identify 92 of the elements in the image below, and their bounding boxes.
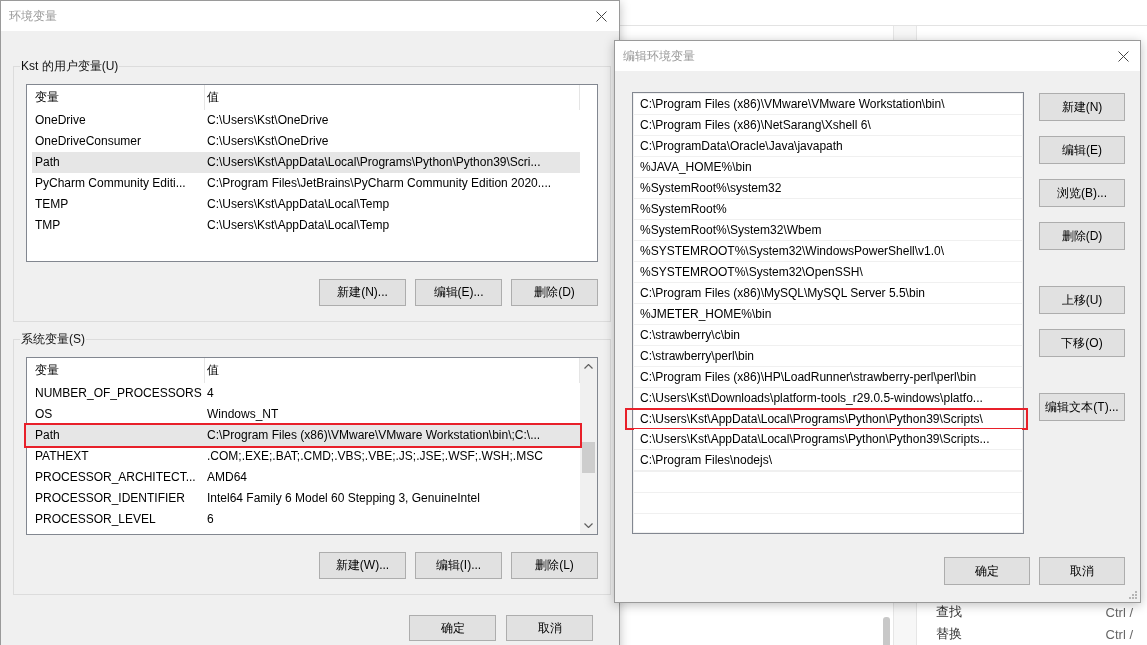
table-cell-text: Intel64 Family 6 Model 60 Stepping 3, GenuineIntel [206,490,481,507]
scrollbar-thumb[interactable] [883,617,890,645]
column-header[interactable]: 变量 [27,358,205,383]
table-cell-text: C:\Users\Kst\OneDrive [206,133,330,150]
dialog-button[interactable]: 上移(U) [1039,286,1125,314]
table-row[interactable]: PATHEXT .COM;.EXE;.BAT;.CMD;.VBS;.VBE;.JS;.JSE;.WSF;.WSH;.MSC [32,446,580,467]
list-item[interactable]: %SystemRoot%\System32\Wbem [634,220,1022,240]
table-cell-text: C:\Users\Kst\AppData\Local\Programs\Python\Python39\Scri... [206,154,542,171]
list-item[interactable]: C:\Program Files (x86)\HP\LoadRunner\strawberry-perl\perl\bin [634,367,1022,387]
table-cell-text: C:\Users\Kst\AppData\Local\Temp [206,196,391,213]
dialog-button[interactable]: 删除(D) [511,279,598,306]
dialog-button[interactable]: 删除(L) [511,552,598,579]
list-item[interactable]: C:\strawberry\c\bin [634,325,1022,345]
dialog-button[interactable]: 确定 [409,615,496,641]
dialog-button[interactable]: 浏览(B)... [1039,179,1125,207]
menu-item[interactable]: 替换 [936,625,962,643]
table-cell-text: .COM;.EXE;.BAT;.CMD;.VBS;.VBE;.JS;.JSE;.WSF;.WSH;.MSC [206,448,544,465]
dialog-button[interactable]: 取消 [506,615,593,641]
dialog-button[interactable]: 编辑(I)... [415,552,502,579]
chevron-down-icon[interactable] [584,523,593,528]
table-cell-text: PyCharm Community Editi... [34,175,187,192]
list-item[interactable]: C:\Program Files (x86)\MySQL\MySQL Server 5.5\bin [634,283,1022,303]
column-header[interactable]: 变量 [27,85,205,110]
table-row[interactable]: TMP C:\Users\Kst\AppData\Local\Temp [32,215,580,236]
table-cell-text: 4 [206,385,215,402]
list-item[interactable]: %JAVA_HOME%\bin [634,157,1022,177]
list-item[interactable]: %SYSTEMROOT%\System32\OpenSSH\ [634,262,1022,282]
table-row[interactable]: PROCESSOR_IDENTIFIER Intel64 Family 6 Model 60 Stepping 3, GenuineIntel [32,488,580,509]
table-cell-text: OS [34,406,54,423]
close-icon[interactable] [596,10,607,22]
list-item[interactable]: C:\Users\Kst\Downloads\platform-tools_r29.0.5-windows\platfo... [634,388,1022,408]
window-title: 编辑环境变量 [623,47,695,65]
table-cell-text: NUMBER_OF_PROCESSORS [34,385,203,402]
group-title: 系统变量(S) [20,331,86,348]
scrollbar-thumb[interactable] [582,442,595,473]
table-cell-text: PROCESSOR_LEVEL [34,511,157,528]
close-icon[interactable] [1118,50,1129,62]
list-item[interactable]: %SystemRoot%\system32 [634,178,1022,198]
table-cell-text: PROCESSOR_IDENTIFIER [34,490,187,507]
list-item[interactable]: C:\Program Files (x86)\NetSarang\Xshell 6\ [634,115,1022,135]
list-item[interactable]: %SystemRoot% [634,199,1022,219]
list-item[interactable]: C:\ProgramData\Oracle\Java\javapath [634,136,1022,156]
menu-item[interactable]: 查找 [936,603,962,621]
shortcut-label: Ctrl / [1105,626,1133,642]
window-title: 环境变量 [9,7,57,25]
dialog-button[interactable]: 编辑(E)... [415,279,502,306]
table-row[interactable]: OneDriveConsumer C:\Users\Kst\OneDrive [32,131,580,152]
dialog-button[interactable]: 编辑(E) [1039,136,1125,164]
table-row[interactable]: PROCESSOR_ARCHITECT... AMD64 [32,467,580,488]
resize-grip-icon[interactable] [1129,591,1137,599]
dialog-button[interactable]: 新建(N) [1039,93,1125,121]
table-row[interactable]: PROCESSOR_LEVEL 6 [32,509,580,530]
group-title: Kst 的用户变量(U) [20,58,120,75]
dialog-button[interactable]: 编辑文本(T)... [1039,393,1125,421]
table-cell-text: Path [34,154,61,171]
column-header[interactable]: 值 [205,85,580,110]
table-row[interactable]: PyCharm Community Editi... C:\Program Files\JetBrains\PyCharm Community Edition 2020.... [32,173,580,194]
table-cell-text: Windows_NT [206,406,280,423]
table-cell-text: C:\Users\Kst\AppData\Local\Temp [206,217,391,234]
dialog-button[interactable]: 新建(N)... [319,279,406,306]
table-row[interactable]: OneDrive C:\Users\Kst\OneDrive [32,110,580,131]
dialog-button[interactable]: 删除(D) [1039,222,1125,250]
table-row[interactable]: TEMP C:\Users\Kst\AppData\Local\Temp [32,194,580,215]
table-cell-text: C:\Users\Kst\OneDrive [206,112,330,129]
list-item[interactable]: %SYSTEMROOT%\System32\WindowsPowerShell\v1.0\ [634,241,1022,261]
table-cell-text: PATHEXT [34,448,90,465]
shortcut-label: Ctrl / [1105,604,1133,620]
dialog-button[interactable]: 新建(W)... [319,552,406,579]
table-cell-text: TEMP [34,196,70,213]
table-cell-text: C:\Program Files (x86)\VMware\VMware Workstation\bin\;C:\... [206,427,542,444]
dialog-button[interactable]: 确定 [944,557,1030,585]
chevron-up-icon[interactable] [584,364,593,369]
table-row[interactable]: OS Windows_NT [32,404,580,425]
table-cell-text: Path [34,427,61,444]
list-item[interactable]: C:\strawberry\perl\bin [634,346,1022,366]
table-row[interactable]: Path C:\Users\Kst\AppData\Local\Programs\Python\Python39\Scri... [32,152,580,173]
dialog-button[interactable]: 取消 [1039,557,1125,585]
list-item[interactable]: C:\Program Files\nodejs\ [634,450,1022,470]
table-row[interactable]: Path C:\Program Files (x86)\VMware\VMware Workstation\bin\;C:\... [24,423,582,448]
table-row[interactable]: NUMBER_OF_PROCESSORS 4 [32,383,580,404]
table-cell-text: AMD64 [206,469,248,486]
table-cell-text: PROCESSOR_ARCHITECT... [34,469,197,486]
table-cell-text: C:\Program Files\JetBrains\PyCharm Community Edition 2020.... [206,175,553,192]
list-item[interactable]: %JMETER_HOME%\bin [634,304,1022,324]
table-cell-text: OneDrive [34,112,87,129]
list-item[interactable]: C:\Users\Kst\AppData\Local\Programs\Python\Python39\Scripts... [634,429,1022,449]
table-cell-text: 6 [206,511,215,528]
table-cell-text: TMP [34,217,62,234]
table-cell-text: OneDriveConsumer [34,133,143,150]
scrollbar[interactable] [580,358,597,534]
list-item[interactable]: C:\Program Files (x86)\VMware\VMware Workstation\bin\ [634,94,1022,114]
dialog-button[interactable]: 下移(O) [1039,329,1125,357]
